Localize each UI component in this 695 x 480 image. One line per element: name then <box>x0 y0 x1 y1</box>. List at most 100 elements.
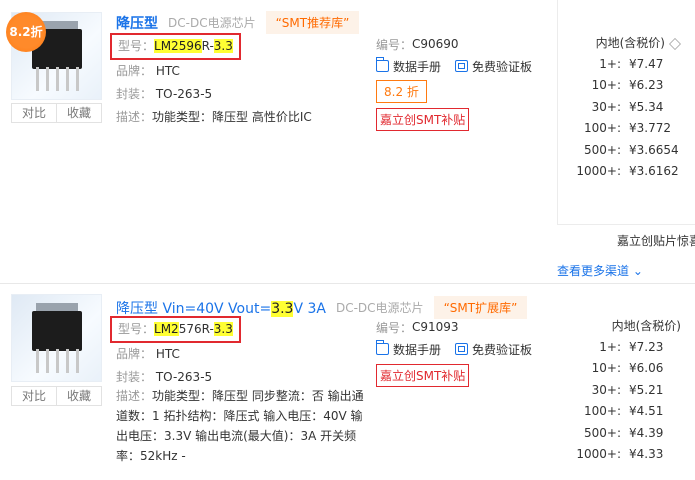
price-row: 1+: ¥7.47 <box>551 54 681 75</box>
price-qty: 100+: <box>583 121 621 136</box>
price-amount: ¥7.47 <box>629 57 664 71</box>
price-table: 内地(含税价) 1+: ¥7.47 10+: ¥6.23 30+: ¥5.34 100… <box>551 32 681 182</box>
price-amount: ¥7.23 <box>629 340 664 354</box>
package-value: TO-263-5 <box>155 370 213 384</box>
eval-board-label: 免费验证板 <box>472 342 533 357</box>
eval-board-link[interactable]: 免费验证板 <box>455 58 532 75</box>
code-value: C90690 <box>412 37 459 51</box>
price-qty: 1000+: <box>576 446 621 461</box>
product-title-link[interactable]: 降压型 Vin=40V Vout=3.3V 3A <box>116 298 326 318</box>
folder-icon <box>375 340 389 355</box>
part-label: 型号： <box>118 322 155 336</box>
smt-subsidy-tag[interactable]: 嘉立创SMT补贴 <box>376 107 470 131</box>
favorite-button[interactable]: 收藏 <box>56 104 101 122</box>
part-highlight: LM2 <box>154 322 179 336</box>
price-row: 1+: ¥7.23 <box>551 337 681 358</box>
chip-body-graphic <box>32 311 82 351</box>
package-label: 封装： <box>116 370 153 384</box>
price-amount: ¥5.21 <box>629 382 664 397</box>
chip-pin <box>76 349 79 373</box>
price-qty: 10+: <box>591 78 621 93</box>
price-amount: ¥4.51 <box>629 404 664 419</box>
price-table: 内地(含税价) 1+: ¥7.23 10+: ¥6.06 30+: ¥5.21 100… <box>551 315 681 465</box>
compare-button[interactable]: 对比 <box>12 387 56 405</box>
product-meta: 型号：LM2576R-3.3 品牌： HTC 封装： TO-263-5 <box>110 316 366 389</box>
favorite-button[interactable]: 收藏 <box>56 387 101 405</box>
code-label: 编号： <box>376 320 413 335</box>
title-text-suffix: V 3A <box>293 300 326 317</box>
brand-row: 品牌： HTC <box>116 343 366 366</box>
chip-pin <box>56 349 59 373</box>
price-qty: 100+: <box>583 404 621 419</box>
part-number-row: 型号：LM2576R-3.3 <box>110 316 366 343</box>
part-highlight: 3.3 <box>213 39 233 53</box>
brand-label: 品牌： <box>116 347 153 361</box>
more-channels-label: 查看更多渠道 <box>557 264 630 278</box>
product-card-2: 对比 收藏 降压型 Vin=40V Vout=3.3V 3A DC-DC电源芯片… <box>0 283 695 480</box>
price-row: 100+: ¥4.51 <box>551 401 681 422</box>
discount-badge: 8.2折 <box>6 12 46 52</box>
doc-row: 数据手册 免费验证板 <box>375 55 556 77</box>
code-row: 编号： C90690 <box>376 33 556 55</box>
chip-pin <box>36 349 39 373</box>
price-amount: ¥6.23 <box>629 78 664 93</box>
price-amount: ¥3.6654 <box>629 142 679 157</box>
desc-block: 描述：功能类型：降压型 同步整流：否 输出通道数：1 拓扑结构：降压式 输入电压… <box>116 386 370 466</box>
product-title-link[interactable]: 降压型 <box>116 13 158 33</box>
row-divider <box>557 224 695 225</box>
price-qty: 10+: <box>591 361 621 376</box>
board-icon <box>455 343 469 355</box>
datasheet-link[interactable]: 数据手册 <box>375 57 442 75</box>
part-number-box[interactable]: 型号：LM2576R-3.3 <box>110 316 241 343</box>
actions-column: 编号： C91093 数据手册 免费验证板 嘉立创SMT补贴 <box>375 316 556 390</box>
chip-pin <box>46 349 49 373</box>
price-amount: ¥5.34 <box>629 99 664 114</box>
product-card-1: 8.2折 对比 收藏 降压型 DC-DC电源芯片 “SMT推荐库” 型号：LM2… <box>0 0 695 283</box>
compare-button[interactable]: 对比 <box>12 104 56 122</box>
product-thumbnail[interactable] <box>11 294 102 382</box>
eval-board-link[interactable]: 免费验证板 <box>455 341 532 358</box>
title-row: 降压型 DC-DC电源芯片 “SMT推荐库” <box>116 11 360 34</box>
title-text: 降压型 Vin=40V Vout= <box>116 300 272 317</box>
datasheet-label: 数据手册 <box>393 342 442 357</box>
price-qty: 1000+: <box>576 163 621 178</box>
brand-value[interactable]: HTC <box>156 64 180 78</box>
part-number-box[interactable]: 型号：LM2596R-3.3 <box>110 33 241 60</box>
price-row: 10+: ¥6.23 <box>551 75 681 96</box>
brand-label: 品牌： <box>116 64 153 78</box>
datasheet-label: 数据手册 <box>393 59 442 74</box>
price-amount: ¥4.33 <box>629 446 664 461</box>
thumb-actions: 对比 收藏 <box>11 103 102 123</box>
code-label: 编号： <box>376 37 413 52</box>
folder-icon <box>375 57 389 72</box>
price-row: 30+: ¥5.21 <box>551 380 681 401</box>
chip-pin <box>66 67 69 91</box>
smt-subsidy-tag[interactable]: 嘉立创SMT补贴 <box>376 363 470 387</box>
chip-pin <box>46 67 49 91</box>
smt-promo-text[interactable]: 嘉立创贴片惊喜 <box>617 232 695 249</box>
chip-pin <box>36 67 39 91</box>
price-qty: 1+: <box>599 340 621 354</box>
board-icon <box>455 60 469 72</box>
part-middle: R- <box>201 39 214 53</box>
package-value: TO-263-5 <box>155 87 213 101</box>
price-amount: ¥6.06 <box>629 361 664 376</box>
smt-library-tag[interactable]: “SMT推荐库” <box>265 11 360 34</box>
price-header: 内地(含税价) <box>551 315 681 337</box>
discount-pill: 8.2 折 <box>376 79 427 103</box>
price-amount: ¥3.6162 <box>629 163 679 178</box>
category-tag[interactable]: DC-DC电源芯片 <box>336 299 424 316</box>
datasheet-link[interactable]: 数据手册 <box>375 340 442 358</box>
eval-board-label: 免费验证板 <box>472 59 533 74</box>
category-tag[interactable]: DC-DC电源芯片 <box>168 14 256 31</box>
actions-column: 编号： C90690 数据手册 免费验证板 8.2 折 嘉立创SMT补贴 <box>375 33 556 133</box>
brand-value[interactable]: HTC <box>156 347 180 361</box>
more-channels-link[interactable]: 查看更多渠道 ⌄ <box>557 262 643 279</box>
edit-icon[interactable] <box>669 37 681 50</box>
part-highlight: LM2596 <box>154 39 202 53</box>
package-label: 封装： <box>116 87 153 101</box>
price-row: 1000+: ¥3.6162 <box>551 161 681 182</box>
price-row: 30+: ¥5.34 <box>551 97 681 118</box>
price-row: 10+: ¥6.06 <box>551 358 681 379</box>
price-amount: ¥3.772 <box>629 121 671 136</box>
